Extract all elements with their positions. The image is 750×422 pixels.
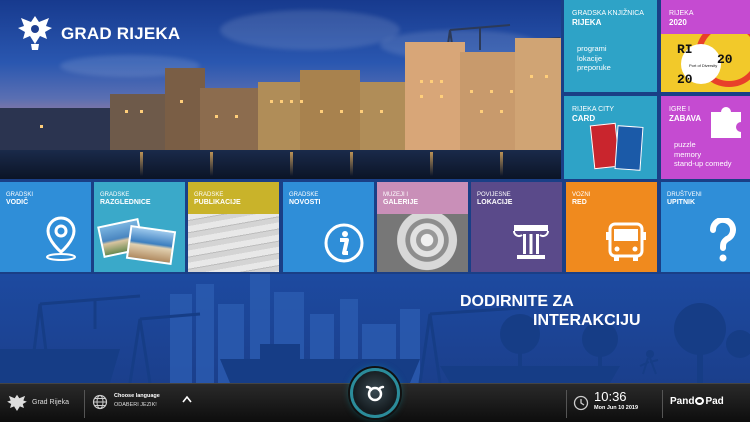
tile-city-guide-category: GRADSKI <box>6 192 34 198</box>
taskbar-divider <box>84 390 85 418</box>
tile-publications[interactable]: GRADSKE PUBLIKACIJE <box>188 182 279 272</box>
clock-date: Mon Jun 10 2019 <box>594 405 639 411</box>
puzzle-icon <box>711 107 741 138</box>
map-pin-icon <box>46 216 76 261</box>
globe-icon <box>92 394 108 410</box>
clock-time: 10:36 <box>594 389 627 404</box>
tile-library-name: RIJEKA <box>572 18 602 27</box>
tile-rijeka-2020[interactable]: RIJEKA 2020 RI 20 20 Port of Diversity <box>661 0 750 92</box>
home-button[interactable] <box>350 368 400 418</box>
tile-historic-locations-category: POVIJESNE <box>477 192 511 198</box>
taskbar-city-name[interactable]: Grad Rijeka <box>32 399 69 406</box>
rijeka-2020-20b: 20 <box>677 72 693 87</box>
tile-postcards-name: RAZGLEDNICE <box>100 199 151 206</box>
column-icon <box>513 225 549 259</box>
pandopad-brand-logo[interactable]: Pand Pad <box>670 396 724 407</box>
tile-postcards[interactable]: GRADSKE RAZGLEDNICE <box>94 182 185 272</box>
question-mark-icon <box>709 218 736 262</box>
tile-city-card[interactable]: RIJEKA CITY CARD <box>564 96 657 179</box>
tile-library-line: lokacije <box>577 53 603 63</box>
tile-museums[interactable]: MUZEJI I GALERIJE <box>377 182 468 272</box>
banner-cta-line2: INTERAKCIJU <box>533 312 641 329</box>
rijeka-2020-20a: 20 <box>717 52 733 67</box>
city-title: GRAD RIJEKA <box>61 24 181 43</box>
banner-cta-line1: DODIRNITE ZA <box>460 293 574 310</box>
tile-historic-locations[interactable]: POVIJESNE LOKACIJE <box>471 182 562 272</box>
brand-part-a: Pand <box>670 396 695 407</box>
bus-icon <box>606 222 646 261</box>
tile-rijeka-2020-category: RIJEKA <box>669 10 694 17</box>
rijeka-2020-caption: Port of Diversity <box>689 63 718 68</box>
tile-publications-name: PUBLIKACIJE <box>194 199 241 206</box>
kiosk-screen: GRAD RIJEKA GRADSKA KNJIŽNICA RIJEKA prog… <box>0 0 750 422</box>
tile-city-guide-name: VODIČ <box>6 199 29 206</box>
rijeka-2020-ri: RI <box>677 42 693 57</box>
tile-news[interactable]: GRADSKE NOVOSTI <box>283 182 374 272</box>
city-coat-of-arms-small-icon[interactable] <box>6 392 28 416</box>
tile-timetable-category: VOZNI <box>572 192 591 198</box>
hero-panel[interactable]: GRAD RIJEKA <box>0 0 561 179</box>
tile-museums-name: GALERIJE <box>383 199 419 206</box>
tile-games-name: ZABAVA <box>669 114 702 123</box>
tile-library-category: GRADSKA KNJIŽNICA <box>572 10 644 17</box>
harbor-water <box>0 150 561 179</box>
tile-timetable[interactable]: VOZNI RED <box>566 182 657 272</box>
tile-city-guide[interactable]: GRADSKI VODIČ <box>0 182 91 272</box>
tile-games[interactable]: IGRE I ZABAVA puzzle memory stand-up come… <box>661 96 750 179</box>
tile-games-line: memory <box>674 149 702 159</box>
tile-museums-category: MUZEJI I <box>383 192 408 198</box>
chevron-up-icon[interactable] <box>182 395 192 403</box>
info-icon <box>324 223 364 263</box>
tile-questionnaire-category: DRUŠTVENI <box>667 192 702 198</box>
postcard-image <box>125 224 177 266</box>
brand-mid-icon <box>695 397 705 405</box>
brand-part-b: Pad <box>705 396 724 407</box>
tile-rijeka-2020-name: 2020 <box>669 18 687 27</box>
tile-historic-locations-name: LOKACIJE <box>477 199 513 206</box>
rijeka-2020-logo: RI 20 20 Port of Diversity <box>661 34 750 92</box>
tile-postcards-category: GRADSKE <box>100 192 130 198</box>
tile-publications-category: GRADSKE <box>194 192 224 198</box>
tile-news-category: GRADSKE <box>289 192 319 198</box>
pandopad-home-icon <box>365 385 385 402</box>
clock-icon <box>573 395 589 411</box>
ionic-capital-image <box>377 214 468 272</box>
taskbar-divider <box>566 390 567 418</box>
language-subtitle: ODABERI JEZIK! <box>114 402 157 408</box>
tile-games-line: stand-up comedy <box>674 159 732 168</box>
language-selector[interactable]: Choose language ODABERI JEZIK! <box>90 390 200 418</box>
tile-library-line: preporuke <box>577 63 611 72</box>
tile-news-name: NOVOSTI <box>289 199 321 206</box>
taskbar-divider <box>662 390 663 418</box>
tile-games-category: IGRE I <box>669 106 691 113</box>
tile-questionnaire[interactable]: DRUŠTVENI UPITNIK <box>661 182 750 272</box>
newspapers-image <box>188 214 279 272</box>
tile-city-card-category: RIJEKA CITY <box>572 106 615 113</box>
language-title: Choose language <box>114 393 160 399</box>
tile-library[interactable]: GRADSKA KNJIŽNICA RIJEKA programi lokacij… <box>564 0 657 92</box>
tile-city-card-name: CARD <box>572 114 596 123</box>
tile-timetable-name: RED <box>572 199 587 206</box>
tile-library-line: programi <box>577 44 607 53</box>
city-coat-of-arms-logo <box>18 16 52 50</box>
tile-games-line: puzzle <box>674 140 696 149</box>
city-card-blue <box>614 125 644 171</box>
tile-questionnaire-name: UPITNIK <box>667 199 695 206</box>
